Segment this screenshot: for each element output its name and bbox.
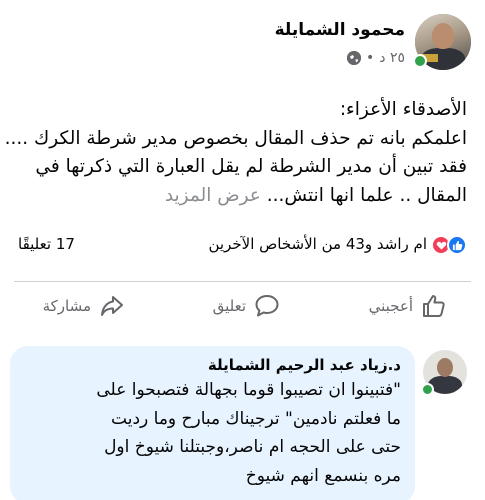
post-text-line: الأصدقاء الأعزاء: <box>339 99 467 120</box>
post-text-line: اعلمكم بانه تم حذف المقال بخصوص مدير شرط… <box>4 127 467 149</box>
like-icon <box>447 235 467 255</box>
author-avatar[interactable] <box>413 14 471 70</box>
thumbs-up-icon <box>423 295 445 317</box>
comments-count[interactable]: 17 تعليقًا <box>18 235 75 253</box>
post-text-line: فقد تبين أن مدير الشرطة لم يقل العبارة ا… <box>35 156 467 177</box>
meta-separator: • <box>366 50 375 66</box>
comment-text-line: "فتبينوا ان تصيبوا قوما بجهالة فتصبحوا ع… <box>96 380 401 400</box>
post-actions: أعجبني تعليق مشاركة <box>0 286 485 326</box>
comment-label: تعليق <box>212 297 246 315</box>
like-button[interactable]: أعجبني <box>369 286 447 326</box>
reactions-bar: ام راشد و43 من الأشخاص الآخرين 17 تعليقً… <box>18 232 467 260</box>
comment-button[interactable]: تعليق <box>213 286 280 326</box>
post-meta: ٢٥ د • <box>347 50 405 66</box>
globe-icon[interactable] <box>347 51 361 65</box>
comment-text-line: حتى على الحجه ام ناصر،وجبتلنا شيوخ اول <box>104 437 401 457</box>
online-status-dot <box>413 54 427 68</box>
comment-bubble[interactable]: د.زياد عبد الرحيم الشمايلة "فتبينوا ان ت… <box>10 346 415 500</box>
post-author-name[interactable]: محمود الشمايلة <box>275 20 405 40</box>
post-header: محمود الشمايلة ٢٥ د • <box>14 14 471 74</box>
reactions-summary[interactable]: ام راشد و43 من الأشخاص الآخرين <box>209 235 428 253</box>
post-text-line-last: المقال .. علما انها انتش... عرض المزيد <box>14 182 467 211</box>
comment-bubble-icon <box>255 295 279 317</box>
see-more-link[interactable]: عرض المزيد <box>165 185 261 206</box>
comment-text: "فتبينوا ان تصيبوا قوما بجهالة فتصبحوا ع… <box>24 376 401 490</box>
comment-item: د.زياد عبد الرحيم الشمايلة "فتبينوا ان ت… <box>0 342 485 500</box>
actions-divider <box>14 281 471 282</box>
comment-text-line: ما فعلتم نادمين" ترجيناك مبارح وما رديت <box>111 408 401 429</box>
commenter-online-dot <box>421 383 434 396</box>
like-label: أعجبني <box>368 297 413 315</box>
comment-text-line: مره بنسمع انهم شيوخ <box>245 465 401 486</box>
commenter-avatar[interactable] <box>421 350 467 396</box>
commenter-name[interactable]: د.زياد عبد الرحيم الشمايلة <box>24 356 401 374</box>
post-time[interactable]: ٢٥ د <box>379 50 405 66</box>
post-body: الأصدقاء الأعزاء: اعلمكم بانه تم حذف الم… <box>4 96 467 211</box>
reaction-icons[interactable] <box>431 235 467 255</box>
share-button[interactable]: مشاركة <box>43 286 125 326</box>
post-text-line: المقال .. علما انها انتش... <box>266 184 467 206</box>
share-label: مشاركة <box>42 297 91 315</box>
share-arrow-icon <box>101 296 123 316</box>
